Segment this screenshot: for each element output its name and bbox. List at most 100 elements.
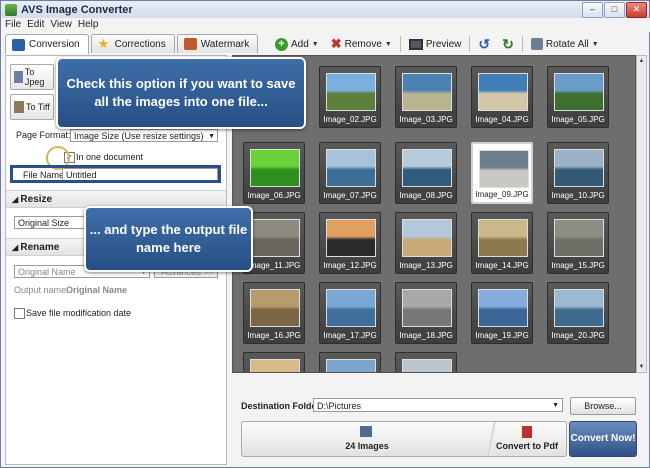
thumbnail-caption: Image_19.JPG [475, 331, 529, 340]
remove-button[interactable]: ✖ Remove ▼ [327, 36, 396, 52]
rotate-all-button[interactable]: Rotate All ▼ [527, 38, 603, 50]
image-thumbnail[interactable] [319, 352, 381, 372]
image-thumbnail[interactable]: Image_05.JPG [547, 66, 609, 128]
grid-scrollbar[interactable]: ▲ ▼ [636, 55, 647, 373]
toolbar-separator [521, 36, 523, 52]
thumbnail-image [326, 359, 376, 372]
browse-button[interactable]: Browse... [570, 397, 636, 415]
convert-to-label[interactable]: Convert to Pdf [488, 441, 566, 451]
image-thumbnail[interactable]: Image_02.JPG [319, 66, 381, 128]
tab-label: Corrections [114, 38, 166, 50]
thumbnail-caption: Image_15.JPG [551, 261, 605, 270]
to-tiff-button[interactable]: To Tiff [10, 94, 54, 120]
thumbnail-image [250, 359, 300, 372]
thumbnail-caption: Image_10.JPG [551, 191, 605, 200]
image-thumbnail[interactable]: Image_15.JPG [547, 212, 609, 274]
thumbnail-caption: Image_03.JPG [399, 115, 453, 124]
image-thumbnail[interactable]: Image_18.JPG [395, 282, 457, 344]
toolbar: + Add ▼ ✖ Remove ▼ Preview ↺ ↻ Rotate Al… [271, 34, 603, 54]
chevron-down-icon[interactable]: ▼ [385, 41, 392, 48]
image-thumbnail[interactable]: Image_07.JPG [319, 142, 381, 204]
image-thumbnail[interactable]: Image_12.JPG [319, 212, 381, 274]
tab-conversion[interactable]: Conversion [5, 34, 89, 54]
thumbnail-caption: Image_06.JPG [247, 191, 301, 200]
chevron-down-icon: ▼ [552, 402, 559, 409]
callout-one-file-text: Check this option if you want to save al… [66, 76, 296, 109]
resize-select[interactable]: Original Size [14, 216, 92, 229]
destination-folder-input[interactable]: D:\Pictures ▼ [313, 398, 563, 412]
rotate-right-button[interactable]: ↻ [498, 36, 518, 53]
image-thumbnail[interactable]: Image_06.JPG [243, 142, 305, 204]
plus-icon: + [275, 37, 288, 51]
thumbnail-caption: Image_12.JPG [323, 261, 377, 270]
minimize-button[interactable]: – [582, 2, 603, 18]
thumbnail-caption: Image_07.JPG [323, 191, 377, 200]
thumbnail-image [554, 219, 604, 257]
tiff-icon [14, 101, 24, 113]
preview-button[interactable]: Preview [405, 38, 466, 50]
output-name-value: Original Name [66, 285, 128, 295]
title-bar: AVS Image Converter – □ ✕ [1, 1, 649, 18]
image-thumbnail[interactable]: Image_04.JPG [471, 66, 533, 128]
thumbnail-caption: Image_04.JPG [475, 115, 529, 124]
image-thumbnail[interactable]: Image_08.JPG [395, 142, 457, 204]
page-format-value: Image Size (Use resize settings) [74, 131, 204, 141]
to-tiff-label: To Tiff [26, 102, 50, 112]
toolbar-separator [399, 36, 401, 52]
rotate-right-icon: ↻ [502, 35, 514, 52]
thumbnail-image [554, 149, 604, 187]
page-format-select[interactable]: Image Size (Use resize settings) ▼ [70, 129, 218, 142]
maximize-button[interactable]: □ [604, 2, 625, 18]
tab-watermark[interactable]: Watermark [176, 34, 259, 53]
thumbnail-image [402, 359, 452, 372]
menu-edit[interactable]: Edit [27, 18, 44, 32]
scroll-up-icon[interactable]: ▲ [637, 56, 646, 66]
thumbnail-image [554, 289, 604, 327]
thumbnail-image [326, 219, 376, 257]
image-thumbnail[interactable]: Image_10.JPG [547, 142, 609, 204]
image-thumbnail[interactable] [243, 352, 305, 372]
watermark-icon [183, 38, 197, 50]
menu-file[interactable]: File [5, 18, 21, 32]
thumbnail-image [326, 73, 376, 111]
rotate-all-label: Rotate All [545, 38, 589, 50]
image-thumbnail[interactable]: Image_13.JPG [395, 212, 457, 274]
image-thumbnail[interactable]: Image_17.JPG [319, 282, 381, 344]
rotate-left-button[interactable]: ↺ [474, 36, 494, 53]
chevron-down-icon[interactable]: ▼ [592, 41, 599, 48]
callout-file-name-text: ... and type the output file name here [89, 222, 248, 255]
image-thumbnail[interactable]: Image_19.JPG [471, 282, 533, 344]
image-thumbnail[interactable] [395, 352, 457, 372]
save-date-checkbox[interactable] [14, 308, 25, 319]
convert-now-button[interactable]: Convert Now! [569, 421, 637, 457]
thumbnail-image [250, 289, 300, 327]
add-label: Add [291, 38, 309, 50]
image-thumbnail[interactable]: Image_09.JPG [471, 142, 533, 204]
pdf-icon [522, 426, 532, 438]
conversion-icon [12, 38, 25, 51]
thumbnail-caption: Image_13.JPG [399, 261, 453, 270]
resize-value: Original Size [18, 218, 70, 228]
thumbnail-image [326, 289, 376, 327]
tab-corrections[interactable]: ★ Corrections [90, 34, 175, 53]
thumbnail-image [402, 73, 452, 111]
close-button[interactable]: ✕ [626, 2, 647, 18]
image-thumbnail[interactable]: Image_14.JPG [471, 212, 533, 274]
x-icon: ✖ [330, 36, 342, 51]
thumbnail-image [402, 289, 452, 327]
thumbnail-caption: Image_14.JPG [475, 261, 529, 270]
scroll-down-icon[interactable]: ▼ [637, 362, 646, 372]
thumbnail-caption: Image_16.JPG [247, 331, 301, 340]
image-thumbnail[interactable]: Image_20.JPG [547, 282, 609, 344]
image-thumbnail[interactable]: Image_16.JPG [243, 282, 305, 344]
image-thumbnail[interactable]: Image_03.JPG [395, 66, 457, 128]
menu-view[interactable]: View [50, 18, 72, 32]
menu-help[interactable]: Help [78, 18, 99, 32]
thumbnail-image [479, 150, 529, 188]
menu-bar: File Edit View Help [1, 18, 650, 32]
add-button[interactable]: + Add ▼ [271, 37, 323, 51]
preview-label: Preview [425, 38, 462, 50]
to-jpeg-button[interactable]: To Jpeg [10, 64, 54, 90]
thumbnail-image [402, 219, 452, 257]
chevron-down-icon[interactable]: ▼ [312, 41, 319, 48]
